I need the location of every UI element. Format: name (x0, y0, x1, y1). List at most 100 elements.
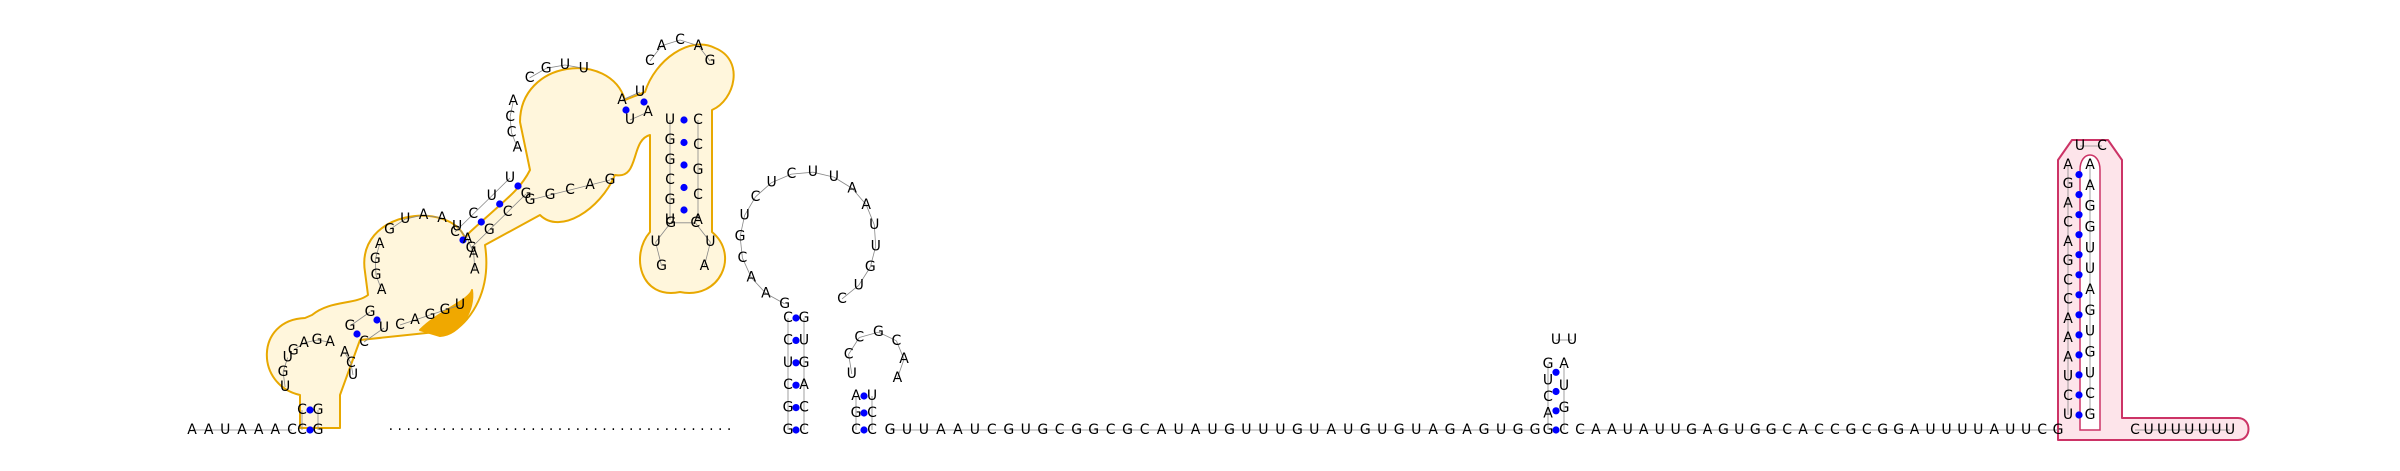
mid-loop-b: C (892, 333, 902, 349)
run-after-small: U (1925, 422, 1935, 438)
mid-stem-a-left: C (783, 377, 793, 393)
tail-left: U (220, 422, 230, 438)
long-run: G (1445, 422, 1456, 438)
branch-hp-stem-left: G (665, 152, 676, 168)
left-upper-loop: A (470, 261, 480, 277)
long-run: A (953, 422, 963, 438)
mid-loop-a: C (837, 291, 847, 307)
small-hairpin-stem-right: C (1559, 422, 1569, 438)
run-after-small: G (1845, 422, 1856, 438)
branch-hp-stem-right: G (693, 162, 704, 178)
left-upper-stem-left: G (345, 318, 356, 334)
long-run: G (1394, 422, 1405, 438)
branch-hp-top: A (657, 38, 667, 54)
run-after-small: U (1957, 422, 1967, 438)
branch-loop-lower: G (545, 187, 556, 203)
left-upper-loop: G (370, 251, 381, 267)
branch-hp-stem-left: G (665, 132, 676, 148)
run-after-small: U (1623, 422, 1633, 438)
mid-stem-b-right: U (867, 388, 877, 404)
mid-stem-a-right: U (799, 332, 809, 348)
mid-loop-a: A (847, 180, 857, 196)
branch-hp-stem-right: C (693, 137, 703, 153)
top-stem-left: U (635, 84, 645, 100)
left-upper-loop: A (377, 282, 387, 298)
small-hairpin-stem-left: G (1543, 356, 1554, 372)
base-pair-dot (2075, 251, 2083, 259)
run-after-small: A (1910, 422, 1920, 438)
mid-loop-a: C (751, 189, 761, 205)
mid-loop-a: U (854, 277, 864, 293)
tail-left: A (187, 422, 197, 438)
base-pair-dot (680, 183, 688, 192)
left-upper-loop: A (375, 236, 385, 252)
run-after-small: A (1990, 422, 2000, 438)
long-run: U (1343, 422, 1353, 438)
run-after-small: G (1686, 422, 1697, 438)
small-hairpin-stem-right: U (1559, 378, 1569, 394)
right-hairpin-loop: U (2075, 138, 2085, 154)
run-after-small: G (2053, 422, 2064, 438)
mid-loop-b: U (847, 366, 857, 382)
mid-loop-a: U (829, 169, 839, 185)
right-hairpin-stem-left: C (2063, 215, 2073, 231)
highlight-region-left (265, 43, 735, 429)
right-hairpin-stem-right: G (2085, 407, 2096, 423)
mid-stem-a-right: C (799, 400, 809, 416)
accent-run: G (425, 307, 436, 323)
run-after-small: G (1877, 422, 1888, 438)
small-hairpin-stem-right: G (1559, 400, 1570, 416)
long-run: G (1224, 422, 1235, 438)
run-after-small: A (1798, 422, 1808, 438)
mid-loop-b: A (899, 351, 909, 367)
long-run: A (1191, 422, 1201, 438)
tail-left: C (287, 422, 297, 438)
branch-loop: U (560, 57, 570, 73)
long-run: G (1292, 422, 1303, 438)
base-pair-dot (2075, 411, 2083, 419)
mid-stem-b-right: C (867, 405, 877, 421)
right-hairpin-stem-left: A (2063, 196, 2073, 212)
mid-loop-a: G (735, 229, 746, 245)
run-after-small: C (1575, 422, 1585, 438)
left-upper-stem-left: G (365, 304, 376, 320)
long-run: G (1003, 422, 1014, 438)
branch-loop: A (513, 140, 523, 156)
left-upper-loop: U (400, 211, 410, 227)
right-hairpin-stem-left: U (2063, 407, 2073, 423)
tail-left: A (237, 422, 247, 438)
long-run: U (1496, 422, 1506, 438)
small-hairpin-loop: U (1551, 332, 1561, 348)
branch-hp-loop: G (656, 258, 667, 274)
branch-loop-lower: C (565, 182, 575, 198)
long-run: G (1530, 422, 1541, 438)
run-after-small: U (2005, 422, 2015, 438)
accent-run: U (455, 297, 465, 313)
right-hairpin-stem-right: G (2085, 345, 2096, 361)
long-run: U (1377, 422, 1387, 438)
accent-run: G (440, 302, 451, 318)
branch-hp-loop: C (690, 215, 700, 231)
long-run: U (1411, 422, 1421, 438)
right-hairpin-stem-left: C (2063, 272, 2073, 288)
top-stem-right: A (643, 104, 653, 120)
long-run: A (1428, 422, 1438, 438)
mid-loop-a: U (808, 164, 818, 180)
long-run: G (1513, 422, 1524, 438)
left-hairpin-loop: U (280, 379, 290, 395)
mid-stem-a-left: C (783, 332, 793, 348)
long-run: G (1360, 422, 1371, 438)
base-pair-dot (2075, 351, 2083, 359)
long-run: G (1479, 422, 1490, 438)
run-after-small: U (1655, 422, 1665, 438)
tail-right: C (2130, 422, 2140, 438)
mid-stem-a-left: U (783, 355, 793, 371)
right-hairpin-stem-left: A (2063, 311, 2073, 327)
mid-stem-b-right: C (867, 422, 877, 438)
left-upper-loop: G (384, 222, 395, 238)
long-run: G (885, 422, 896, 438)
accent-run: A (410, 312, 420, 328)
long-run: G (1088, 422, 1099, 438)
run-after-small: A (1639, 422, 1649, 438)
top-stem-left: A (617, 92, 627, 108)
